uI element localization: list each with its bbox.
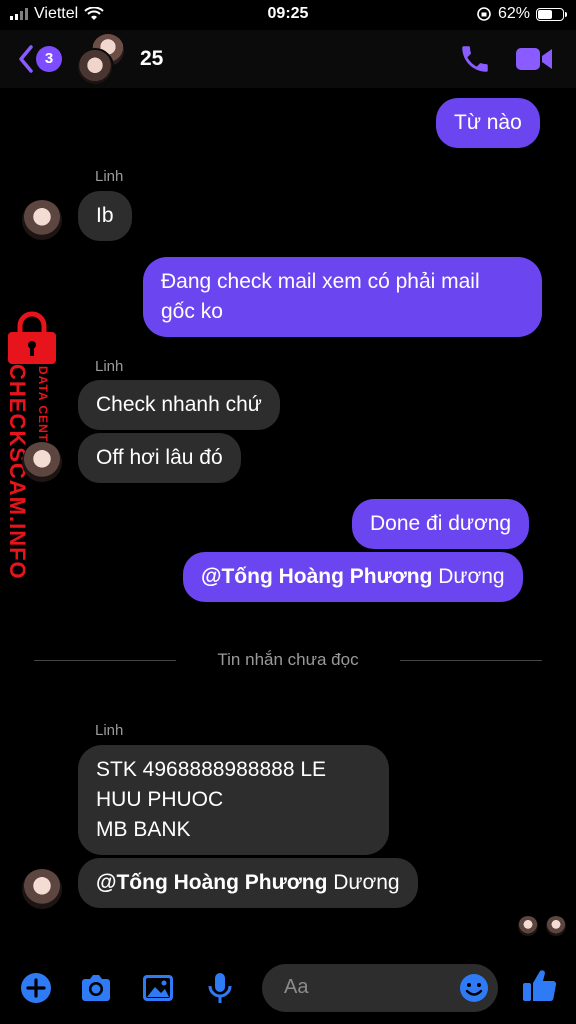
sender-name: Linh	[95, 722, 124, 739]
avatar[interactable]	[22, 200, 62, 240]
read-receipt-avatar	[518, 916, 538, 936]
message-input-placeholder: Aa	[284, 976, 309, 998]
message-text-line: Đang check mail xem có phải mail	[161, 270, 480, 293]
composer-bar: Aa	[0, 960, 576, 1024]
emoji-icon[interactable]	[458, 972, 490, 1004]
phone-icon[interactable]	[458, 42, 492, 76]
message-incoming[interactable]: Off hơi lâu đó	[78, 433, 241, 483]
sender-name: Linh	[95, 358, 124, 375]
avatar[interactable]	[22, 869, 62, 909]
unread-count-badge[interactable]: 3	[36, 46, 62, 72]
battery-percent: 62%	[497, 5, 530, 22]
message-incoming[interactable]: STK 4968888988888 LE HUU PHUOC MB BANK	[78, 745, 389, 855]
sender-name: Linh	[95, 168, 124, 185]
message-incoming[interactable]: Ib	[78, 191, 132, 241]
message-incoming[interactable]: Check nhanh chứ	[78, 380, 280, 430]
message-text: Check nhanh chứ	[96, 393, 262, 416]
orientation-lock-icon	[477, 7, 491, 21]
message-text: Done đi dương	[370, 512, 512, 535]
conversation-title[interactable]: 25	[140, 47, 163, 71]
video-camera-icon[interactable]	[514, 44, 554, 74]
message-text: Ib	[96, 204, 114, 227]
plus-icon[interactable]	[18, 970, 54, 1006]
message-text: Dương	[327, 871, 400, 894]
microphone-icon[interactable]	[202, 970, 238, 1006]
message-text: Off hơi lâu đó	[96, 446, 223, 469]
message-text: Từ nào	[454, 111, 522, 134]
divider-right	[400, 660, 542, 661]
message-outgoing[interactable]: @Tống Hoàng Phương Dương	[183, 552, 523, 602]
group-avatar-2[interactable]	[76, 48, 114, 86]
image-icon[interactable]	[140, 970, 176, 1006]
battery-icon	[536, 7, 567, 21]
lock-icon	[8, 311, 56, 364]
avatar[interactable]	[22, 442, 62, 482]
back-chevron-icon[interactable]	[18, 44, 34, 74]
message-outgoing[interactable]: Done đi dương	[352, 499, 530, 549]
message-outgoing[interactable]: Đang check mail xem có phải mail gốc ko	[143, 257, 542, 337]
read-receipt-avatar	[546, 916, 566, 936]
message-text: Dương	[432, 565, 505, 588]
message-outgoing[interactable]: Từ nào	[436, 98, 540, 148]
status-bar: Viettel 09:25 62%	[0, 0, 576, 30]
mention[interactable]: @Tống Hoàng Phương	[96, 871, 327, 894]
message-input[interactable]: Aa	[262, 964, 498, 1012]
like-icon[interactable]	[520, 966, 560, 1006]
conversation-header: 3 25	[0, 30, 576, 88]
message-text-line: MB BANK	[96, 818, 191, 841]
message-text-line: gốc ko	[161, 300, 223, 323]
camera-icon[interactable]	[78, 970, 114, 1006]
message-text-line: STK 4968888988888 LE	[96, 758, 327, 781]
message-incoming[interactable]: @Tống Hoàng Phương Dương	[78, 858, 418, 908]
message-text-line: HUU PHUOC	[96, 788, 224, 811]
mention[interactable]: @Tống Hoàng Phương	[201, 565, 432, 588]
